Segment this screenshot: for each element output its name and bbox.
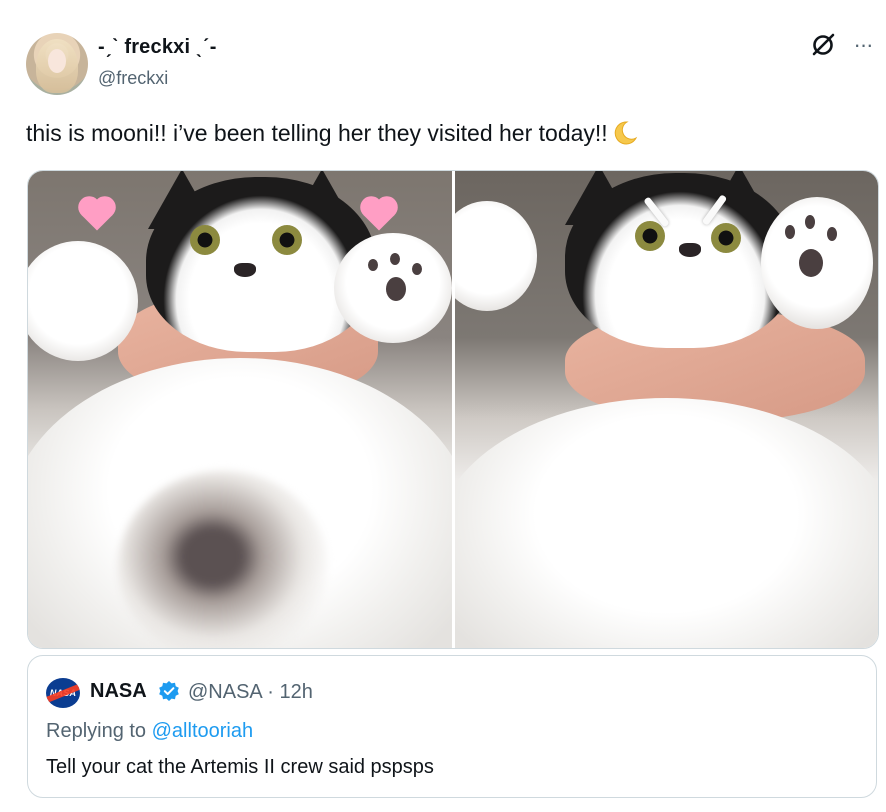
cat-eye-right xyxy=(272,225,302,255)
verified-badge-icon xyxy=(158,680,180,702)
quoted-author-handle[interactable]: @NASA xyxy=(188,681,262,703)
quoted-author-meta: @NASA · 12h xyxy=(188,681,313,704)
blurred-paw xyxy=(118,471,328,648)
cat-paw-right xyxy=(761,197,873,329)
author-avatar[interactable] xyxy=(26,33,88,95)
quoted-author-name[interactable]: NASA xyxy=(90,680,147,703)
author-display-name[interactable]: -ˏˋ freckxi ˎˊ- xyxy=(98,36,217,59)
more-options-icon[interactable]: ··· xyxy=(848,30,878,60)
cat-eye-right xyxy=(711,223,741,253)
replying-to-mention[interactable]: @alltooriah xyxy=(152,720,253,742)
quoted-tweet[interactable]: NASA NASA @NASA · 12h Replying to @allto… xyxy=(27,655,877,798)
tweet-photo-2[interactable] xyxy=(455,171,878,648)
cat-eyebrow-right xyxy=(701,194,728,226)
quoted-tweet-text: Tell your cat the Artemis II crew said p… xyxy=(46,756,434,778)
cat-eye-left xyxy=(190,225,220,255)
grok-icon-svg xyxy=(812,33,835,56)
replying-to-line: Replying to @alltooriah xyxy=(46,720,253,743)
author-handle[interactable]: @freckxi xyxy=(98,68,168,89)
cat-nose xyxy=(234,263,256,277)
crescent-moon-icon xyxy=(612,120,638,146)
cat-eye-left xyxy=(635,221,665,251)
replying-to-prefix: Replying to xyxy=(46,720,152,742)
tweet-text: this is mooni!! i’ve been telling her th… xyxy=(26,117,866,149)
tweet-photo-1[interactable] xyxy=(28,171,452,648)
tweet-media-grid xyxy=(27,170,879,649)
grok-icon[interactable] xyxy=(808,30,838,60)
avatar-face xyxy=(48,49,66,73)
cat-fluff xyxy=(455,398,878,648)
quoted-tweet-time[interactable]: 12h xyxy=(279,681,312,703)
cat-paw-right xyxy=(334,233,452,343)
cat-nose xyxy=(679,243,701,257)
meta-separator: · xyxy=(267,681,274,703)
tweet-text-content: this is mooni!! i’ve been telling her th… xyxy=(26,120,608,146)
nasa-logo-icon[interactable]: NASA xyxy=(46,678,80,708)
